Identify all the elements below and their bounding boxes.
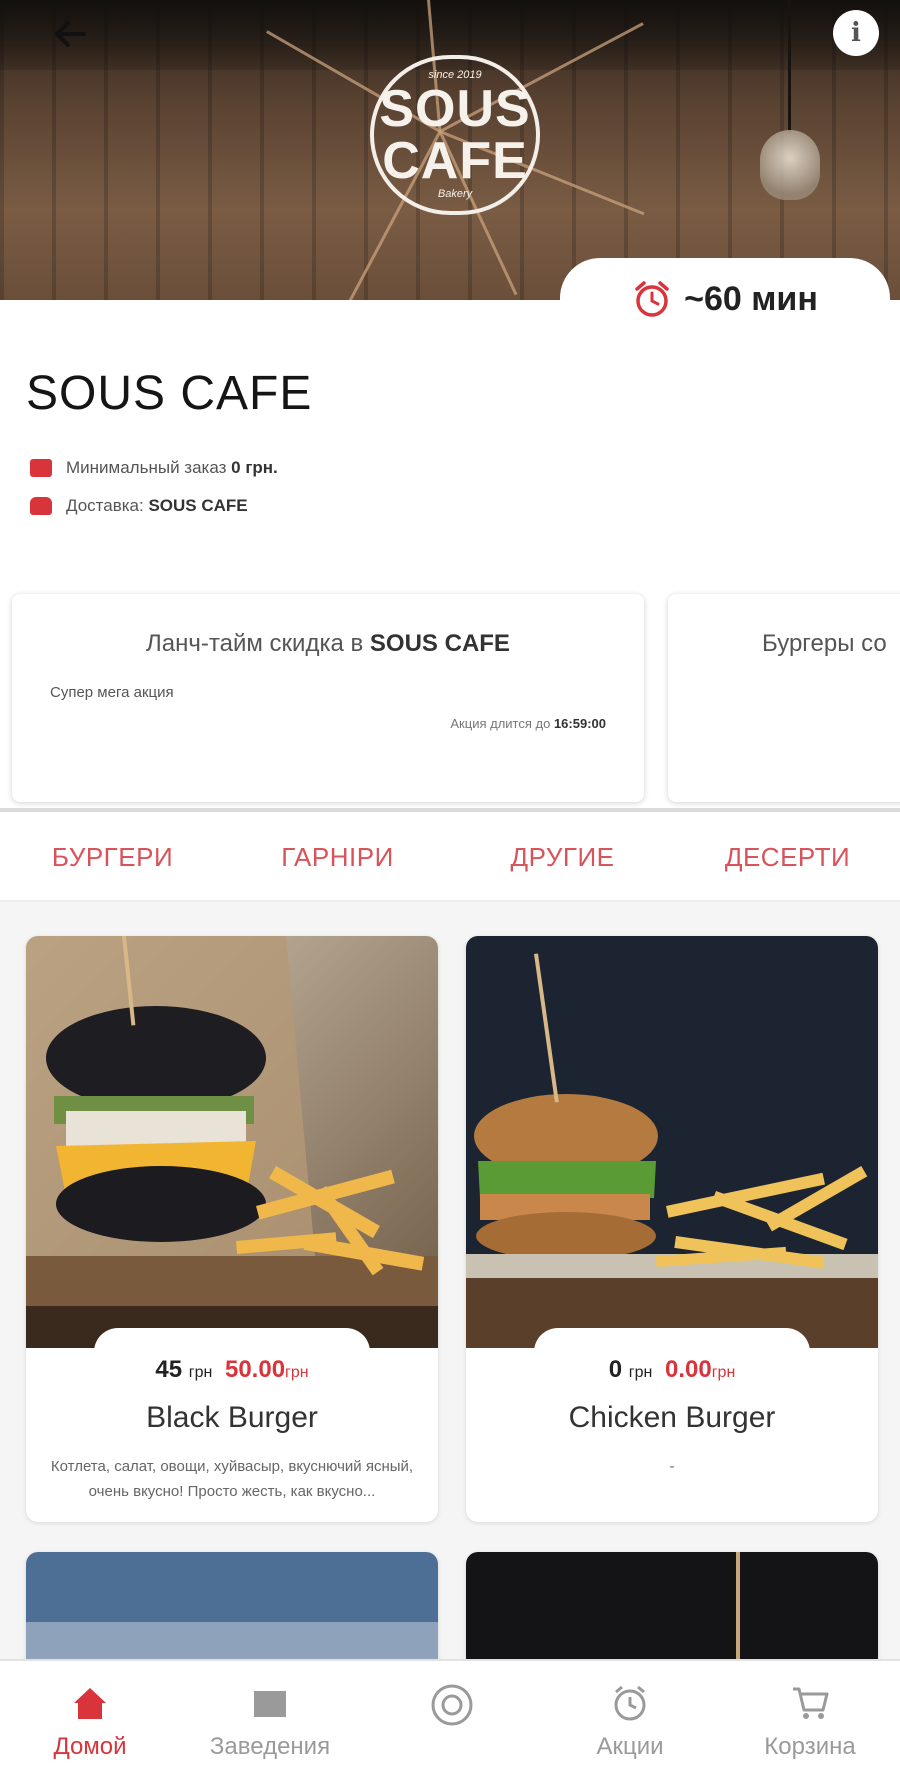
tab-sides[interactable]: ГАРНІРИ [225, 842, 450, 873]
promo-card[interactable]: Ланч-тайм скидка в SOUS CAFE Супер мега … [12, 594, 644, 802]
old-price-value: 0.00 [664, 1356, 712, 1383]
product-photo [26, 936, 438, 1348]
old-price: 50.00грн [225, 1356, 309, 1383]
old-price-value: 50.00 [224, 1356, 286, 1383]
delivery-row: Доставка: SOUS CAFE [30, 496, 248, 516]
nav-venues[interactable]: Заведения [180, 1661, 360, 1779]
product-description: - [669, 1458, 675, 1475]
current-price: 0 [608, 1356, 623, 1383]
tab-other[interactable]: ДРУГИЕ [450, 842, 675, 873]
product-photo [466, 936, 878, 1348]
product-price: 45 грн 50.00грн [26, 1356, 438, 1384]
current-price: 45 [155, 1356, 183, 1383]
nav-home-label: Домой [53, 1733, 127, 1760]
promo-icon [610, 1683, 650, 1723]
back-arrow-svg [55, 21, 86, 47]
product-card[interactable]: 0 грн 0.00грн Chicken Burger - [466, 936, 878, 1522]
promo-date: Акция длится до 16:59:00 [450, 716, 606, 731]
wallet-icon [30, 459, 52, 477]
product-price: 0 грн 0.00грн [466, 1356, 878, 1384]
nav-center[interactable] [360, 1661, 540, 1779]
promo-title-prefix: Ланч-тайм скидка в [146, 630, 364, 657]
old-price-currency: грн [711, 1364, 736, 1381]
old-price: 0.00грн [665, 1356, 735, 1383]
alarm-clock-icon [632, 279, 672, 319]
promo-date-value: 16:59:00 [553, 716, 606, 731]
nav-cart-label: Корзина [764, 1733, 856, 1760]
delivery-time-badge: ~60 мин [560, 258, 890, 340]
cart-icon [790, 1683, 830, 1723]
store-icon [250, 1683, 290, 1723]
back-arrow-icon[interactable] [46, 14, 94, 62]
car-icon [30, 497, 52, 515]
restaurant-cover: since 2019 SOUS CAFE Bakery [0, 0, 900, 300]
restaurant-logo: since 2019 SOUS CAFE Bakery [370, 55, 540, 215]
bottom-navigation: Домой Заведения Акции Корзина [0, 1659, 900, 1779]
logo-line1: SOUS [379, 80, 531, 138]
promo-title-prefix: Бургеры со [762, 630, 887, 657]
product-name: Black Burger [146, 1401, 318, 1434]
tab-burgers[interactable]: БУРГЕРИ [0, 842, 225, 873]
lamp-wire [788, 0, 791, 132]
min-order-row: Минимальный заказ 0 грн. [30, 458, 278, 478]
delivery-time-text: ~60 мин [684, 279, 818, 318]
nav-promos-label: Акции [596, 1733, 664, 1760]
product-card[interactable] [466, 1552, 878, 1672]
tab-desserts[interactable]: ДЕСЕРТИ [675, 842, 900, 873]
logo-small-bottom: Bakery [437, 188, 473, 200]
product-photo [26, 1552, 438, 1672]
old-price-currency: грн [285, 1364, 309, 1381]
category-tabs: БУРГЕРИ ГАРНІРИ ДРУГИЕ ДЕСЕРТИ [0, 812, 900, 902]
promo-card[interactable]: Бургеры со [668, 594, 900, 802]
home-icon [70, 1683, 110, 1723]
product-name: Chicken Burger [568, 1401, 776, 1434]
product-description: Котлета, салат, овощи, хуйвасыр, вкуснюч… [50, 1458, 414, 1500]
nav-venues-label: Заведения [209, 1733, 331, 1760]
planet-icon [430, 1683, 473, 1726]
delivery-label: Доставка: [66, 496, 144, 515]
promo-description: Супер мега акция [50, 684, 174, 701]
lamp-bulb [760, 130, 820, 200]
current-price-currency: грн [628, 1364, 653, 1381]
product-card[interactable]: 45 грн 50.00грн Black Burger Котлета, са… [26, 936, 438, 1522]
promo-title: Ланч-тайм скидка в SOUS CAFE [12, 630, 644, 658]
delivery-value: SOUS CAFE [148, 496, 248, 515]
product-grid: 45 грн 50.00грн Black Burger Котлета, са… [0, 902, 900, 1672]
info-icon[interactable]: i [833, 10, 879, 56]
product-photo [466, 1552, 878, 1672]
min-order-value: 0 грн. [231, 458, 278, 477]
promo-date-label: Акция длится до [450, 716, 551, 731]
promo-title: Бургеры со [668, 630, 900, 658]
nav-home[interactable]: Домой [0, 1661, 180, 1779]
nav-promos[interactable]: Акции [540, 1661, 720, 1779]
restaurant-title: SOUS CAFE [26, 367, 313, 420]
nav-cart[interactable]: Корзина [720, 1661, 900, 1779]
logo-line2: CAFE [382, 132, 528, 190]
current-price-currency: грн [188, 1364, 213, 1381]
promo-carousel[interactable]: Ланч-тайм скидка в SOUS CAFE Супер мега … [0, 588, 900, 810]
product-card[interactable] [26, 1552, 438, 1672]
min-order-label: Минимальный заказ [66, 458, 227, 477]
promo-title-venue: SOUS CAFE [369, 630, 510, 657]
